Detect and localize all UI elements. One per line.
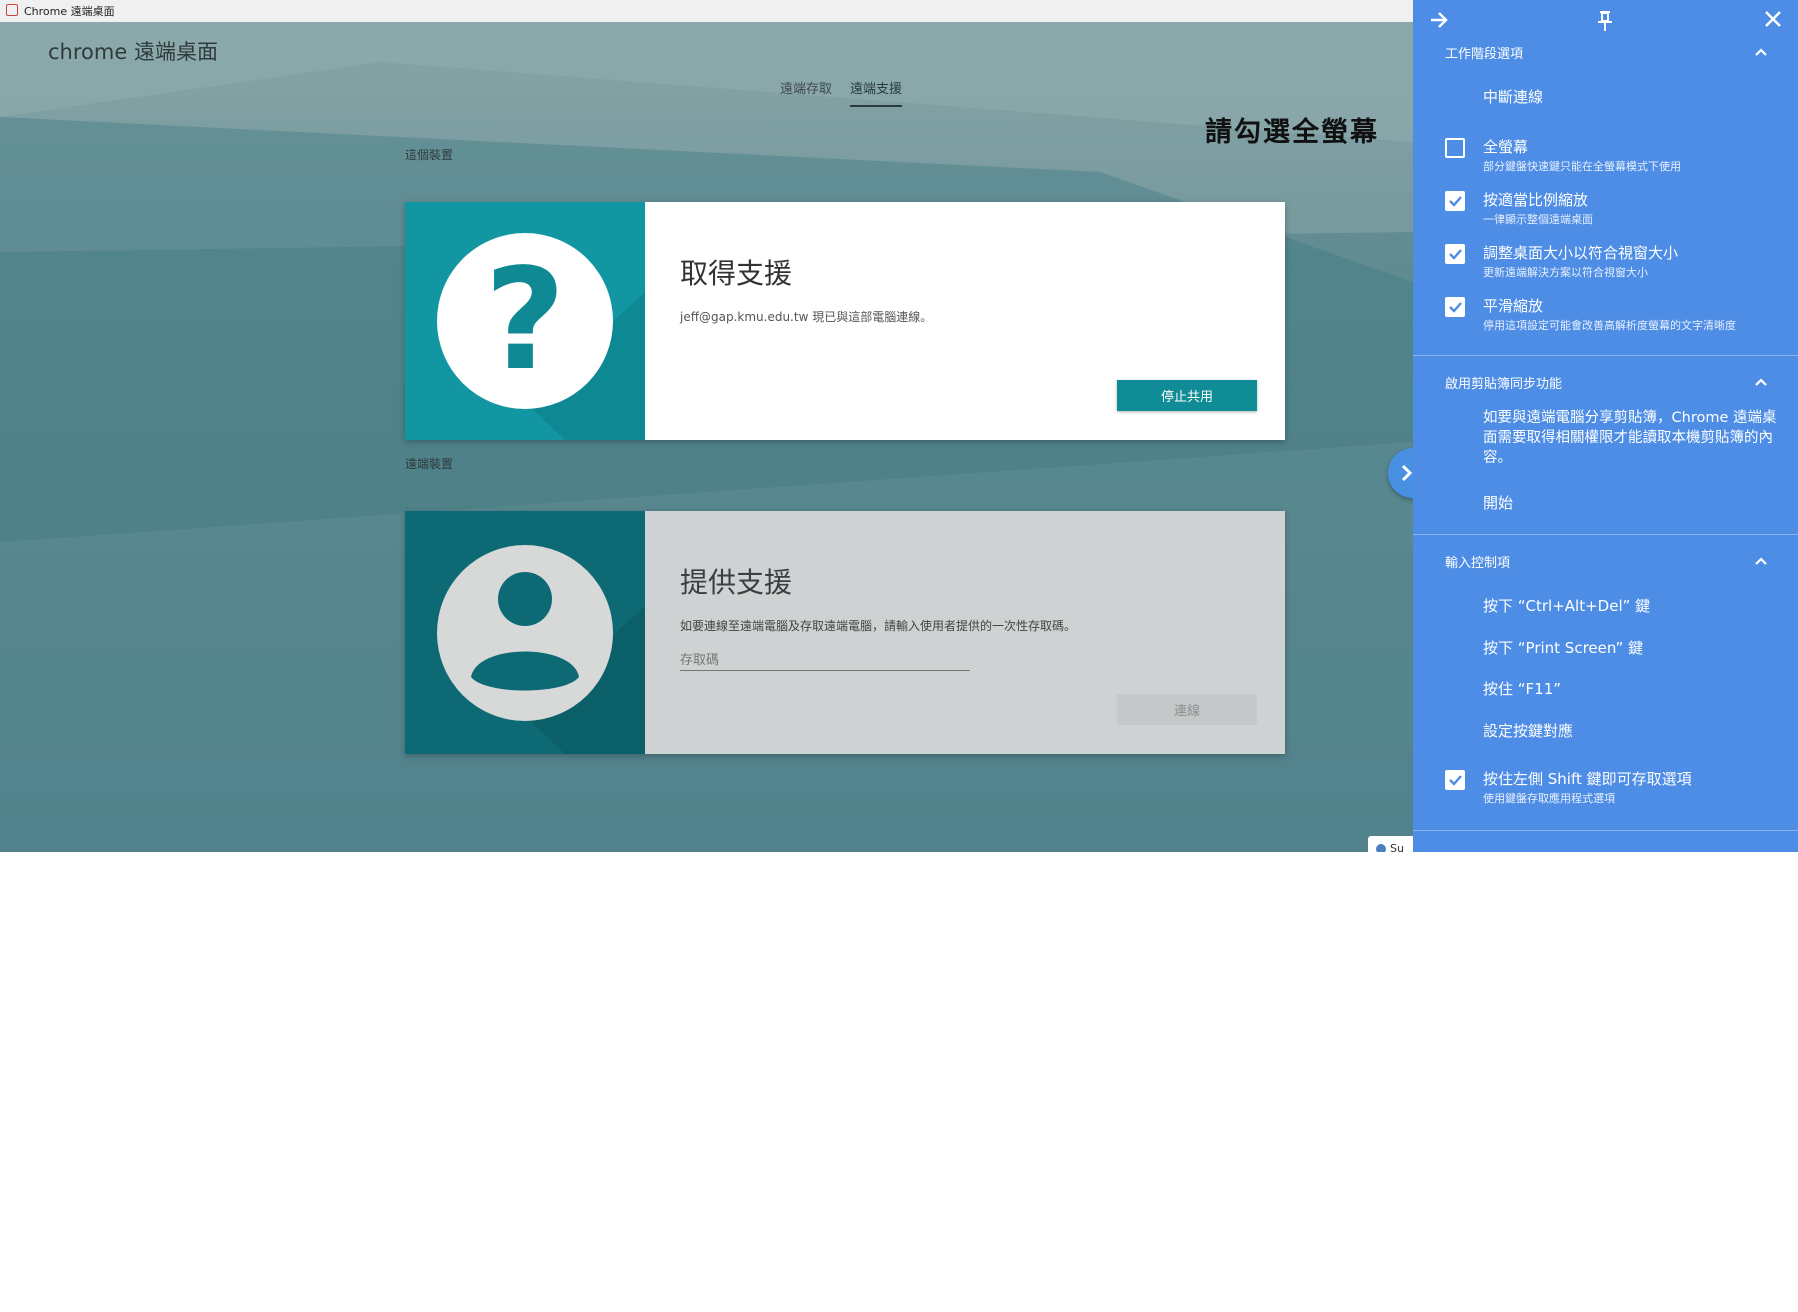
key-mapping[interactable]: 設定按鍵對應 — [1483, 720, 1573, 741]
give-support-description: 如要連線至遠端電腦及存取遠端電腦，請輸入使用者提供的一次性存取碼。 — [680, 619, 1077, 633]
connect-button[interactable]: 連線 — [1117, 694, 1257, 725]
disconnect-item[interactable]: 中斷連線 — [1483, 86, 1543, 107]
chevron-up-icon[interactable] — [1754, 377, 1768, 387]
shift-checkbox[interactable] — [1445, 770, 1465, 790]
brand-logo: chrome 遠端桌面 — [48, 36, 218, 66]
option-sublabel: 一律顯示整個遠端桌面 — [1483, 213, 1593, 226]
give-support-title: 提供支援 — [680, 566, 793, 599]
main-page: chrome 遠端桌面 遠端存取 遠端支援 這個裝置 ? 取得支援 jeff@g… — [0, 22, 1413, 852]
option-label: 按適當比例縮放 — [1483, 191, 1589, 209]
brand-name: 遠端桌面 — [133, 40, 218, 64]
globe-icon — [1376, 844, 1386, 852]
window-title-bar: Chrome 遠端桌面 — [0, 0, 1413, 23]
brand-prefix: chrome — [48, 40, 128, 64]
option-sublabel: 部分鍵盤快速鍵只能在全螢幕模式下使用 — [1483, 160, 1681, 173]
option-label: 全螢幕 — [1483, 138, 1529, 156]
window-title: Chrome 遠端桌面 — [24, 5, 115, 18]
person-icon — [471, 572, 579, 691]
resize-checkbox[interactable] — [1445, 244, 1465, 264]
option-label: 調整桌面大小以符合視窗大小 — [1483, 244, 1679, 262]
person-circle — [437, 545, 613, 721]
taskbar-chip-text: Su — [1390, 842, 1404, 852]
section-divider — [1413, 534, 1798, 535]
option-label: 平滑縮放 — [1483, 297, 1544, 315]
side-panel: 工作階段選項 中斷連線 全螢幕 部分鍵盤快速鍵只能在全螢幕模式下使用 按適當比例… — [1413, 0, 1798, 852]
app-icon — [6, 4, 18, 16]
input-controls-header[interactable]: 輸入控制項 — [1445, 552, 1510, 571]
tab-remote-support[interactable]: 遠端支援 — [850, 78, 903, 107]
scale-checkbox[interactable] — [1445, 191, 1465, 211]
get-support-card: ? 取得支援 jeff@gap.kmu.edu.tw 現已與這部電腦連線。 停止… — [405, 202, 1285, 440]
nav-tabs: 遠端存取 遠端支援 — [780, 78, 903, 107]
connection-status-text: jeff@gap.kmu.edu.tw 現已與這部電腦連線。 — [680, 310, 933, 324]
section-divider — [1413, 830, 1798, 831]
panel-toolbar — [1413, 0, 1798, 40]
fullscreen-checkbox[interactable] — [1445, 138, 1465, 158]
help-circle: ? — [437, 233, 613, 409]
stop-sharing-button[interactable]: 停止共用 — [1117, 380, 1257, 411]
check-icon — [1449, 775, 1462, 786]
send-print-screen[interactable]: 按下 “Print Screen” 鍵 — [1483, 637, 1643, 658]
get-support-title: 取得支援 — [680, 257, 793, 290]
arrow-right-icon[interactable] — [1429, 10, 1449, 30]
chevron-up-icon[interactable] — [1754, 47, 1768, 57]
session-options-header[interactable]: 工作階段選項 — [1445, 43, 1523, 62]
hold-f11[interactable]: 按住 “F11” — [1483, 678, 1561, 699]
check-icon — [1449, 196, 1462, 207]
option-sublabel: 停用這項設定可能會改善高解析度螢幕的文字清晰度 — [1483, 319, 1736, 332]
taskbar-chip[interactable]: Su — [1368, 836, 1418, 852]
close-icon[interactable] — [1764, 10, 1782, 28]
remote-device-label: 遠端裝置 — [405, 457, 454, 471]
give-support-illustration — [405, 511, 645, 754]
option-label: 按住左側 Shift 鍵即可存取選項 — [1483, 770, 1692, 788]
get-support-illustration: ? — [405, 202, 645, 440]
option-sublabel: 更新遠端解決方案以符合視窗大小 — [1483, 266, 1648, 279]
clipboard-start-button[interactable]: 開始 — [1483, 492, 1513, 513]
question-mark-icon: ? — [484, 239, 566, 402]
tab-remote-access[interactable]: 遠端存取 — [780, 78, 832, 107]
this-device-label: 這個裝置 — [405, 148, 454, 162]
option-sublabel: 使用鍵盤存取應用程式選項 — [1483, 792, 1615, 805]
send-ctrl-alt-del[interactable]: 按下 “Ctrl+Alt+Del” 鍵 — [1483, 595, 1650, 616]
annotation-text: 請勾選全螢幕 — [1205, 117, 1379, 148]
section-divider — [1413, 355, 1798, 356]
clipboard-sync-header[interactable]: 啟用剪貼簿同步功能 — [1445, 373, 1562, 392]
give-support-card: 提供支援 如要連線至遠端電腦及存取遠端電腦，請輸入使用者提供的一次性存取碼。 連… — [405, 511, 1285, 754]
check-icon — [1449, 249, 1462, 260]
chevron-up-icon[interactable] — [1754, 556, 1768, 566]
clipboard-description: 如要與遠端電腦分享剪貼簿，Chrome 遠端桌面需要取得相關權限才能讀取本機剪貼… — [1483, 410, 1777, 466]
pin-icon[interactable] — [1597, 10, 1613, 32]
check-icon — [1449, 302, 1462, 313]
smooth-checkbox[interactable] — [1445, 297, 1465, 317]
access-code-input[interactable] — [680, 651, 970, 671]
